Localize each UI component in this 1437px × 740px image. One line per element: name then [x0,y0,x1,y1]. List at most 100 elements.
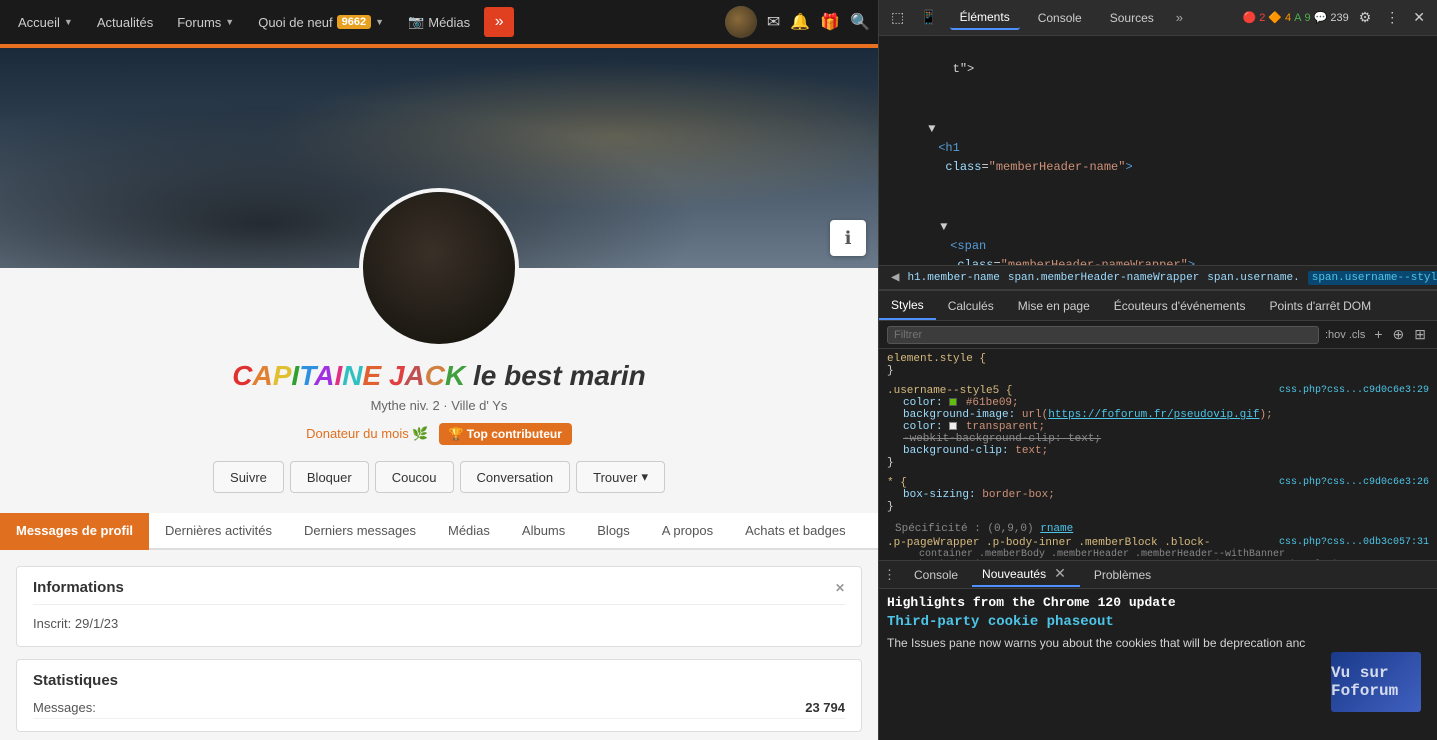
username-n: N [342,360,362,391]
profile-tabs: Messages de profil Dernières activités D… [0,513,878,550]
tab-a-propos[interactable]: A propos [646,513,729,550]
stats-messages-label: Messages: [33,700,96,715]
color-swatch-transparent [949,422,957,430]
suivre-button[interactable]: Suivre [213,461,284,493]
devtools-tab-elements[interactable]: Éléments [950,6,1020,30]
console-cookie-body: The Issues pane now warns you about the … [887,634,1329,652]
css-file-link-1[interactable]: css.php?css...c9d0c6e3:29 [1279,385,1429,396]
nav-gift-icon[interactable]: 🎁 [820,12,840,32]
tab-blogs[interactable]: Blogs [581,513,646,550]
nav-user-avatar[interactable] [725,6,757,38]
user-badges: Donateur du mois 🌿 🏆 Top contributeur [20,423,858,445]
devtools-error-number: 2 [1259,12,1265,24]
nav-more-icon: » [495,13,504,31]
css-prop-webkit-bg-clip: -webkit-background-clip: text; [887,433,1429,445]
css-file-link-2[interactable]: css.php?css...c9d0c6e3:26 [1279,477,1429,488]
nav-actualites[interactable]: Actualités [87,9,163,36]
tab-medias[interactable]: Médias [432,513,506,550]
navbar: Accueil ▼ Actualités Forums ▼ Quoi de ne… [0,0,878,44]
nav-accueil-arrow: ▼ [64,17,73,27]
css-element-style-selector: element.style { [887,353,1429,365]
devtools-styles-panel: Styles Calculés Mise en page Écouteurs d… [879,290,1437,560]
devtools-tab-points-arret[interactable]: Points d'arrêt DOM [1257,291,1383,320]
css-file-link-3[interactable]: css.php?css...0db3c057:31 [1279,537,1429,548]
devtools-tab-mise-en-page[interactable]: Mise en page [1006,291,1102,320]
conversation-button[interactable]: Conversation [460,461,571,493]
devtools-tab-sources[interactable]: Sources [1100,7,1164,29]
username-rest: le best marin [465,360,646,391]
devtools-settings-icon[interactable]: ⚙ [1355,7,1376,28]
devtools-nouveautes-tab[interactable]: Nouveautés ✕ [972,562,1080,587]
username-space [381,360,389,391]
devtools-device-icon[interactable]: 📱 [916,7,941,28]
devtools-tab-calcules[interactable]: Calculés [936,291,1006,320]
nav-accueil[interactable]: Accueil ▼ [8,9,83,36]
html-line-1[interactable]: t"> [879,40,1437,100]
coucou-button[interactable]: Coucou [375,461,454,493]
css-username-style5-block: .username--style5 { css.php?css...c9d0c6… [887,385,1429,469]
devtools-right-icons: 🔴 2 🔶 4 A 9 💬 239 ⚙ ⋮ ✕ [1243,7,1429,28]
nav-quoi-de-neuf-label: Quoi de neuf [258,15,332,30]
devtools-styles-icons: + ⊕ ⊞ [1371,325,1429,344]
devtools-styles-toolbar: :hov .cls + ⊕ ⊞ [879,321,1437,349]
css-prop-color2: color: transparent; [887,421,1429,433]
nav-bell-icon[interactable]: 🔔 [790,12,810,32]
devtools-tab-ecouteurs[interactable]: Écouteurs d'événements [1102,291,1258,320]
css-prop-box-sizing: box-sizing: border-box; [887,489,1429,501]
nav-search-icon[interactable]: 🔍 [850,12,870,32]
username-a3: A [405,360,425,391]
html-line-3[interactable]: ▼ <span class="memberHeader-nameWrapper"… [879,198,1437,266]
nav-quoi-de-neuf[interactable]: Quoi de neuf 9662 ▼ [248,9,394,36]
nav-icons: ✉ 🔔 🎁 🔍 [725,6,870,38]
breadcrumb-h1[interactable]: h1.member-name [907,272,999,284]
devtools-html-panel: t"> ▼ <h1 class="memberHeader-name"> ▼ <… [879,36,1437,265]
tab-dernieres-activites[interactable]: Dernières activités [149,513,288,550]
color-swatch-green [949,398,957,406]
nav-envelope-icon[interactable]: ✉ [767,12,780,32]
bloquer-button[interactable]: Bloquer [290,461,369,493]
trouver-button[interactable]: Trouver ▾ [576,461,665,493]
devtools-refresh-icon[interactable]: ⊕ [1390,325,1408,344]
top-contrib-badge: 🏆 Top contributeur [439,423,572,445]
devtools-problemes-tab[interactable]: Problèmes [1084,565,1161,585]
breadcrumb-span-style5[interactable]: span.username--style5 [1308,271,1437,285]
breadcrumb-span-wrapper[interactable]: span.memberHeader-nameWrapper [1008,272,1199,284]
devtools-nouveautes-close[interactable]: ✕ [1050,565,1070,582]
devtools-pseudo-filter[interactable]: :hov .cls [1325,329,1365,341]
breadcrumb-span-username[interactable]: span.username. [1207,272,1299,284]
username-t: T [299,360,314,391]
specificity-link[interactable]: rname [1040,523,1073,535]
devtools-warning-number: 4 [1285,12,1291,24]
devtools-add-rule-icon[interactable]: + [1371,325,1385,344]
css-bg-image-link[interactable]: https://foforum.fr/pseudovip.gif [1048,409,1259,421]
devtools-tab-styles[interactable]: Styles [879,291,936,320]
breadcrumb-scroll-left[interactable]: ◀ [887,269,903,286]
nav-more-button[interactable]: » [484,7,514,37]
tab-messages-de-profil[interactable]: Messages de profil [0,513,149,550]
nav-forums[interactable]: Forums ▼ [167,9,244,36]
devtools-more-tabs-icon[interactable]: » [1176,10,1183,25]
devtools-console-tab[interactable]: Console [904,565,968,585]
nav-camera-icon: 📷 [408,14,424,30]
devtools-tab-console[interactable]: Console [1028,7,1092,29]
devtools-layout-icon[interactable]: ⊞ [1411,325,1429,344]
info-title: Informations ✕ [33,579,845,605]
css-element-style-close: } [887,365,1429,377]
tab-achats-et-badges[interactable]: Achats et badges [729,513,861,550]
username-area: CAPITAINE JACK le best marin Mythe niv. … [0,360,878,445]
donor-badge: Donateur du mois 🌿 [306,426,428,442]
devtools-more-icon[interactable]: ⋮ [1381,7,1403,28]
trouver-chevron-down-icon: ▾ [641,469,648,485]
tab-derniers-messages[interactable]: Derniers messages [288,513,432,550]
html-line-2[interactable]: ▼ <h1 class="memberHeader-name"> [879,100,1437,198]
devtools-close-icon[interactable]: ✕ [1409,7,1429,28]
nav-medias[interactable]: 📷 Médias [398,8,480,36]
devtools-styles-tabs: Styles Calculés Mise en page Écouteurs d… [879,291,1437,321]
inscrit-row: Inscrit: 29/1/23 [33,613,845,634]
tab-albums[interactable]: Albums [506,513,581,550]
console-cookie-area: Third-party cookie phaseout The Issues p… [887,614,1429,652]
info-close-button[interactable]: ✕ [835,581,845,595]
devtools-filter-input[interactable] [887,326,1319,344]
devtools-cursor-icon[interactable]: ⬚ [887,7,908,28]
username-text: CAPITAINE JACK le best marin [232,360,645,391]
